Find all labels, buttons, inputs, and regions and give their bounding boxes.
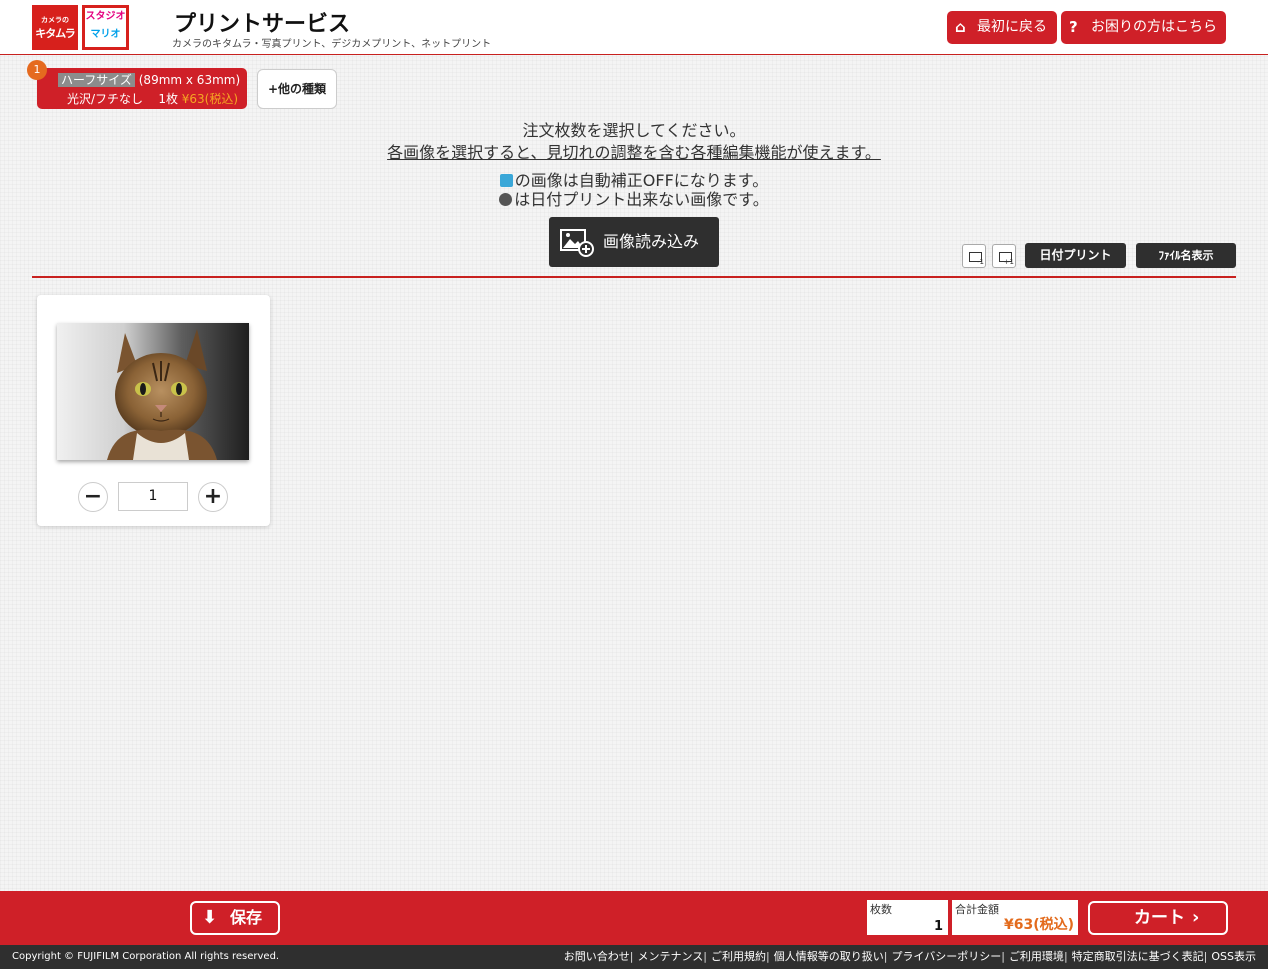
- home-icon: ⌂: [955, 18, 966, 36]
- size-dimensions: (89mm x 63mm): [138, 73, 241, 87]
- studio-mario-logo-line1: スタジオ: [85, 11, 126, 22]
- decrease-all-button[interactable]: -1: [962, 244, 986, 268]
- date-print-button[interactable]: 日付プリント: [1025, 243, 1126, 268]
- question-icon: ?: [1069, 18, 1078, 36]
- page-subtitle: カメラのキタムラ・写真プリント、デジカメプリント、ネットプリント: [172, 39, 492, 50]
- instruction-no-date-print: は日付プリント出来ない画像です。: [0, 186, 1268, 210]
- save-button[interactable]: ⬇ 保存: [190, 901, 280, 935]
- tab-number-badge: 1: [27, 60, 47, 80]
- total-count-box: 枚数 1: [867, 900, 948, 935]
- kitamura-logo-text: キタムラ: [35, 27, 75, 40]
- section-divider: [32, 276, 1236, 278]
- import-images-button[interactable]: 画像読み込み: [549, 217, 719, 267]
- no-date-print-text: は日付プリント出来ない画像です。: [514, 190, 769, 209]
- increase-all-label: +1: [1003, 258, 1014, 266]
- download-icon: ⬇: [202, 907, 218, 928]
- no-date-print-icon: [499, 193, 513, 206]
- quantity-input[interactable]: 1: [118, 482, 188, 511]
- instruction-edit-hint-text: 各画像を選択すると、見切れの調整を含む各種編集機能が使えます。: [387, 143, 881, 162]
- help-button-label: お困りの方はこちら: [1091, 19, 1217, 35]
- home-button-label: 最初に戻る: [977, 19, 1047, 35]
- kitamura-logo[interactable]: カメラの キタムラ: [32, 5, 78, 50]
- instruction-select-count: 注文枚数を選択してください。: [522, 121, 746, 140]
- add-other-type-button[interactable]: +他の種類: [257, 69, 337, 109]
- increase-all-button[interactable]: +1: [992, 244, 1016, 268]
- instruction-edit-hint[interactable]: 各画像を選択すると、見切れの調整を含む各種編集機能が使えます。: [0, 139, 1268, 163]
- size-name: ハーフサイズ: [58, 73, 135, 87]
- import-images-label: 画像読み込み: [603, 232, 700, 251]
- studio-mario-logo-line2: マリオ: [90, 29, 121, 40]
- footer-link-commerce-law[interactable]: 特定商取引法に基づく表記: [1072, 950, 1204, 963]
- studio-mario-logo[interactable]: スタジオ マリオ: [82, 5, 129, 50]
- total-count-label: 枚数: [870, 903, 892, 916]
- order-footer-bar: ⬇ 保存 枚数 1 合計金額 ¥63(税込) カート ›: [0, 891, 1268, 945]
- total-price-box: 合計金額 ¥63(税込): [952, 900, 1078, 935]
- home-button[interactable]: ⌂ 最初に戻る: [947, 11, 1057, 44]
- chevron-right-icon: ›: [1192, 907, 1200, 928]
- quantity-decrease-button[interactable]: −: [78, 482, 108, 512]
- decrease-all-label: -1: [977, 258, 984, 266]
- tab-price: ¥63(税込): [181, 92, 239, 106]
- copyright-text: Copyright © FUJIFILM Corporation All rig…: [12, 951, 280, 962]
- save-button-label: 保存: [230, 908, 263, 927]
- footer-link-personal-info[interactable]: 個人情報等の取り扱い: [774, 950, 884, 963]
- footer-links: お問い合わせ| メンテナンス| ご利用規約| 個人情報等の取り扱い| プライバシーポリシ…: [563, 950, 1256, 963]
- footer-link-contact[interactable]: お問い合わせ: [564, 950, 630, 963]
- total-price-label: 合計金額: [955, 903, 999, 916]
- header: カメラの キタムラ スタジオ マリオ プリントサービス カメラのキタムラ・写真プ…: [0, 0, 1268, 55]
- show-filename-button[interactable]: ﾌｧｲﾙ名表示: [1136, 243, 1236, 268]
- print-size-tab[interactable]: 1 ハーフサイズ (89mm x 63mm) 光沢/フチなし 1枚 ¥63(税込…: [27, 60, 247, 109]
- photo-thumbnail[interactable]: [57, 323, 249, 460]
- footer-link-environment[interactable]: ご利用環境: [1009, 950, 1064, 963]
- copyright-bar: Copyright © FUJIFILM Corporation All rig…: [0, 945, 1268, 969]
- total-price-value: ¥63(税込): [1003, 917, 1074, 933]
- page-title: プリントサービス: [174, 12, 351, 37]
- print-count: 1枚: [158, 92, 178, 106]
- quantity-increase-button[interactable]: +: [198, 482, 228, 512]
- cart-button-label: カート: [1134, 908, 1185, 928]
- kitamura-logo-small-text: カメラの: [41, 16, 69, 24]
- cat-photo-image: [57, 323, 249, 460]
- finish-type: 光沢/フチなし: [67, 92, 144, 106]
- cart-button[interactable]: カート ›: [1088, 901, 1228, 935]
- footer-link-privacy[interactable]: プライバシーポリシー: [891, 950, 1001, 963]
- footer-link-terms[interactable]: ご利用規約: [711, 950, 766, 963]
- help-button[interactable]: ? お困りの方はこちら: [1061, 11, 1226, 44]
- total-count-value: 1: [933, 919, 943, 934]
- footer-link-maintenance[interactable]: メンテナンス: [638, 950, 704, 963]
- footer-link-oss[interactable]: OSS表示: [1211, 950, 1256, 963]
- photo-card: − 1 +: [37, 295, 270, 526]
- add-image-icon: [560, 229, 594, 257]
